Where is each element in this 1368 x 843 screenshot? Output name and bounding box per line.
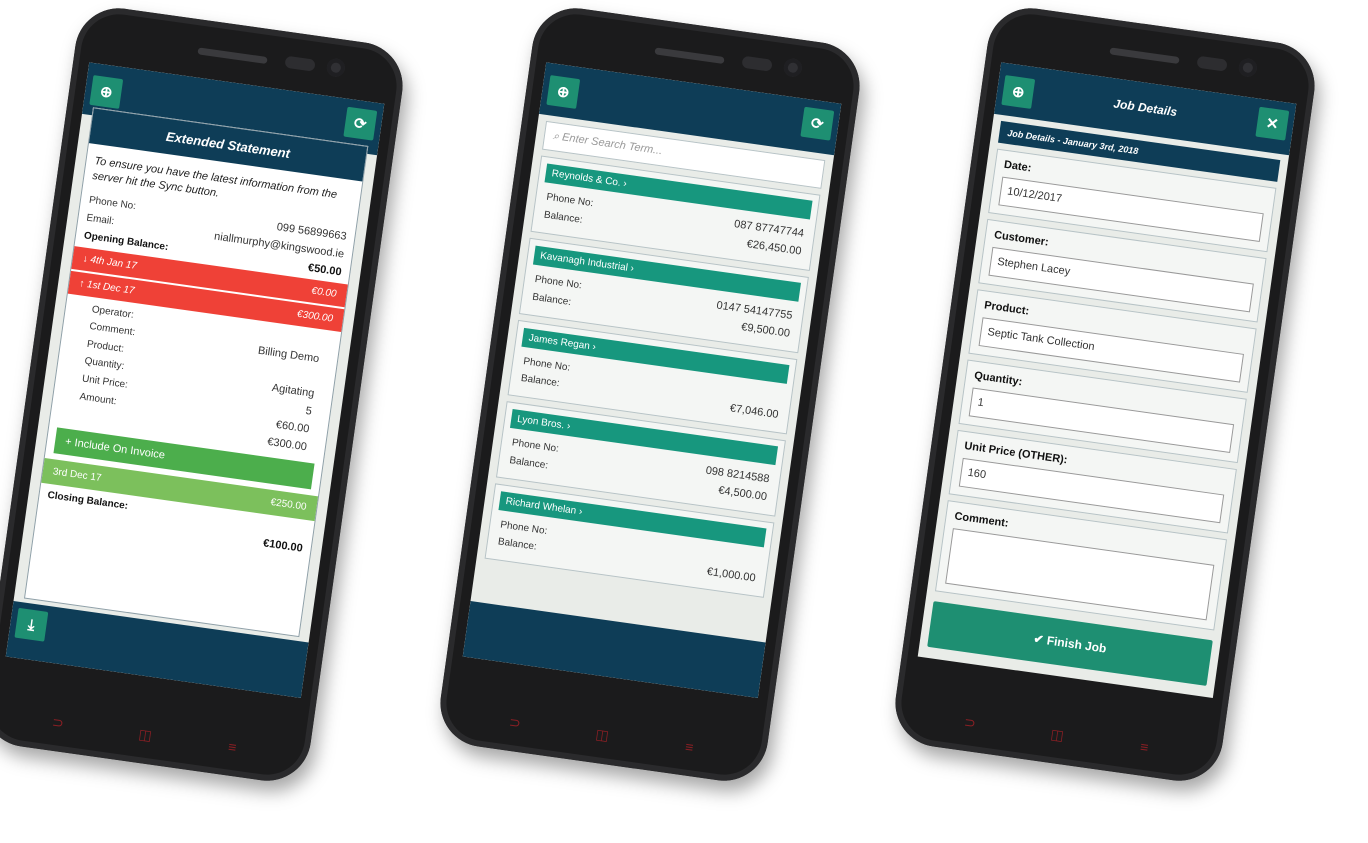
plus-circle-icon: ⊕: [98, 83, 114, 102]
chevron-right-icon: ›: [627, 262, 635, 275]
add-button[interactable]: ⊕: [546, 75, 581, 109]
add-button[interactable]: ⊕: [89, 75, 124, 109]
speaker: [1109, 47, 1180, 65]
soft-keys: ⊃ ◫ ≡: [438, 689, 769, 765]
chevron-right-icon: ›: [563, 420, 572, 433]
sensor: [741, 55, 773, 72]
refresh-icon: ⟳: [352, 114, 368, 134]
sync-button[interactable]: ⟳: [800, 106, 835, 141]
sensor: [284, 55, 316, 72]
camera: [782, 57, 804, 78]
soft-keys: ⊃ ◫ ≡: [893, 689, 1224, 765]
menu-key-icon[interactable]: ≡: [224, 738, 240, 755]
screen: ⊕ Job Details ✕ Job Details - January 3r…: [917, 62, 1297, 698]
chevron-right-icon: ›: [619, 177, 628, 190]
camera: [325, 57, 347, 78]
screen: ⊕ ⟳ Extended Statement To ensure you hav…: [5, 62, 385, 698]
close-button[interactable]: ✕: [1255, 106, 1290, 141]
plus-circle-icon: ⊕: [555, 83, 571, 102]
back-key-icon[interactable]: ⊃: [962, 714, 978, 731]
download-button[interactable]: ⤓: [14, 607, 49, 642]
home-key-icon[interactable]: ◫: [594, 726, 610, 744]
sync-button[interactable]: ⟳: [343, 106, 378, 141]
speaker: [654, 47, 725, 65]
screen: ⊕ ⟳ ⌕ Enter Search Term... Reynolds & Co…: [462, 62, 842, 698]
refresh-icon: ⟳: [809, 114, 825, 134]
chevron-right-icon: ›: [575, 505, 583, 518]
download-icon: ⤓: [26, 615, 36, 634]
bottom-bar: [462, 601, 766, 698]
soft-keys: ⊃ ◫ ≡: [0, 689, 312, 765]
menu-key-icon[interactable]: ≡: [681, 738, 697, 755]
menu-key-icon[interactable]: ≡: [1136, 738, 1152, 755]
camera: [1237, 57, 1259, 78]
home-key-icon[interactable]: ◫: [137, 726, 153, 744]
phone-statement: ⊕ ⟳ Extended Statement To ensure you hav…: [0, 2, 409, 787]
home-key-icon[interactable]: ◫: [1049, 726, 1065, 744]
back-key-icon[interactable]: ⊃: [507, 714, 523, 731]
sensor: [1196, 55, 1228, 72]
statement-card: Extended Statement To ensure you have th…: [23, 107, 369, 638]
close-icon: ✕: [1264, 114, 1280, 134]
phone-job-details: ⊕ Job Details ✕ Job Details - January 3r…: [889, 2, 1321, 787]
back-key-icon[interactable]: ⊃: [50, 714, 66, 731]
chevron-right-icon: ›: [589, 341, 597, 353]
phone-customers: ⊕ ⟳ ⌕ Enter Search Term... Reynolds & Co…: [434, 2, 866, 787]
speaker: [197, 47, 268, 65]
